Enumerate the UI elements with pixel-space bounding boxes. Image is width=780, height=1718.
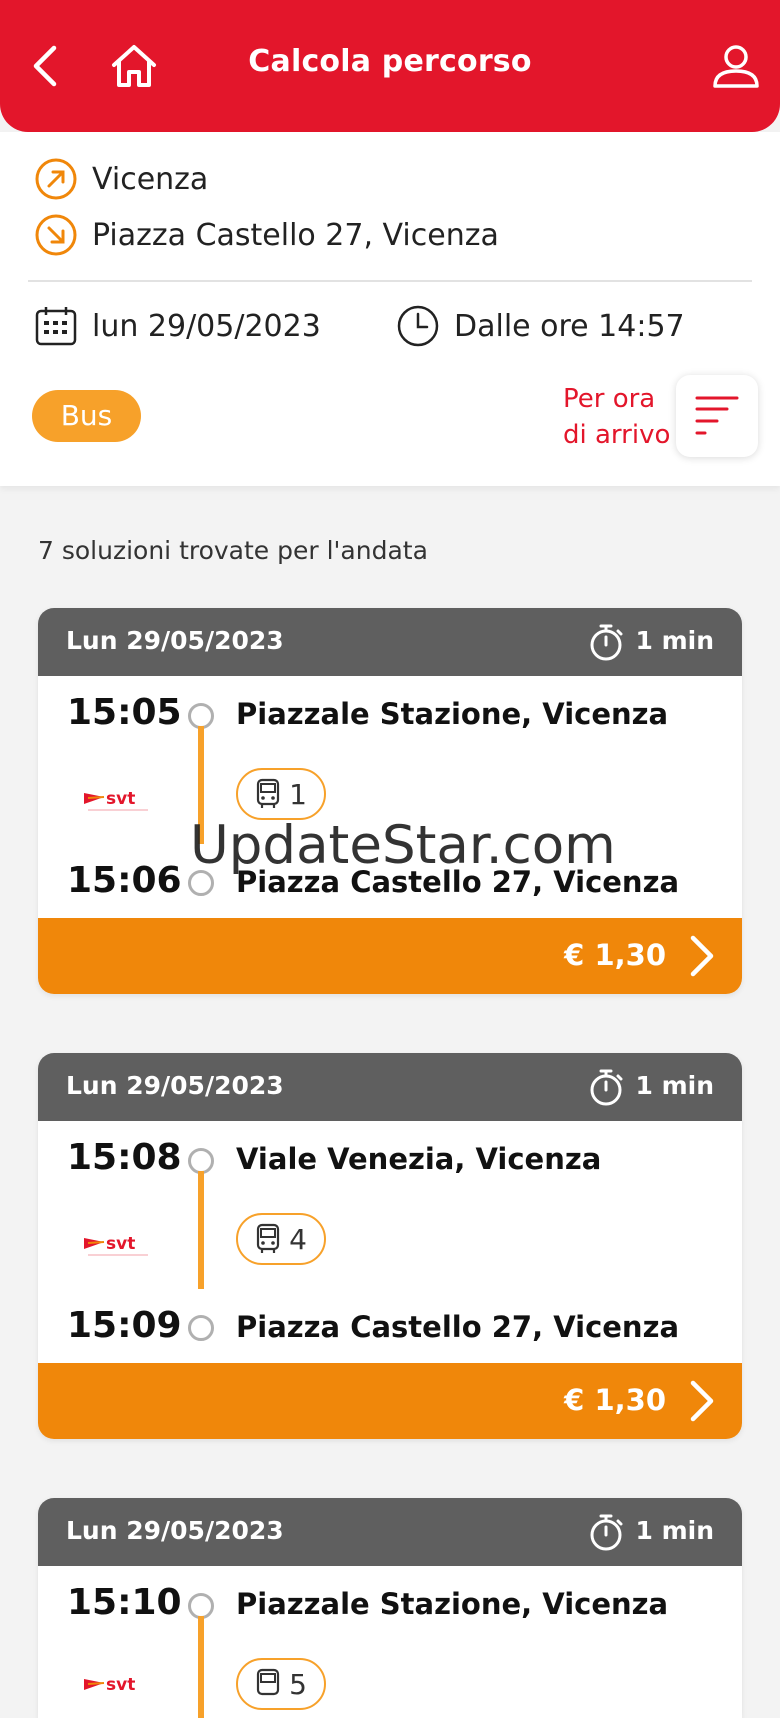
- card-header: Lun 29/05/2023 1 min: [38, 1053, 742, 1121]
- svt-operator-logo: svt: [84, 789, 148, 811]
- route-line: [198, 726, 204, 844]
- sort-label[interactable]: Per ora di arrivo: [563, 381, 670, 453]
- date-text: lun 29/05/2023: [92, 308, 321, 344]
- stopwatch-icon: [590, 1069, 623, 1106]
- time-selector[interactable]: Dalle ore 14:57: [396, 304, 685, 348]
- departure-time: 15:10: [67, 1582, 182, 1623]
- card-duration: 1 min: [635, 626, 714, 655]
- route-line: [198, 1616, 204, 1718]
- sort-label-line2: di arrivo: [563, 420, 671, 450]
- results-count: 7 soluzioni trovate per l'andata: [38, 536, 428, 565]
- destination-text: Piazza Castello 27, Vicenza: [92, 217, 499, 253]
- stopwatch-icon: [590, 624, 623, 661]
- card-footer[interactable]: € 1,30: [38, 918, 742, 994]
- user-profile-icon[interactable]: [710, 40, 762, 92]
- sort-label-line1: Per ora: [563, 384, 656, 414]
- solution-card[interactable]: Lun 29/05/2023 1 min 15:05 Piazzale Staz…: [38, 608, 742, 994]
- card-date: Lun 29/05/2023: [66, 1071, 284, 1100]
- bus-line-number: 5: [289, 1667, 307, 1701]
- bus-line-number: 1: [289, 777, 307, 811]
- sort-button[interactable]: [676, 375, 758, 457]
- sort-icon: [695, 396, 739, 435]
- arrival-stop: Piazza Castello 27, Vicenza: [236, 1310, 680, 1344]
- clock-icon: [397, 305, 439, 347]
- bus-icon: [256, 1668, 280, 1696]
- solution-card[interactable]: Lun 29/05/2023 1 min 15:10 Piazzale Staz…: [38, 1498, 742, 1718]
- svt-operator-logo: svt: [84, 1234, 148, 1256]
- bus-line-chip: 5: [236, 1658, 326, 1710]
- bus-line-number: 4: [289, 1222, 307, 1256]
- app-bar: Calcola percorso: [0, 0, 780, 132]
- destination-row[interactable]: Piazza Castello 27, Vicenza: [34, 213, 499, 257]
- departure-time: 15:08: [67, 1137, 182, 1178]
- departure-stop: Piazzale Stazione, Vicenza: [236, 697, 669, 731]
- svg-text:svt: svt: [106, 789, 135, 809]
- stopwatch-icon: [590, 1514, 623, 1551]
- calendar-icon: [35, 307, 77, 346]
- price: € 1,30: [564, 938, 666, 972]
- card-header: Lun 29/05/2023 1 min: [38, 608, 742, 676]
- search-summary-panel: Vicenza Piazza Castello 27, Vicenza lun …: [0, 132, 780, 486]
- bus-line-chip: 4: [236, 1213, 326, 1265]
- bus-filter-chip[interactable]: Bus: [32, 390, 141, 442]
- origin-text: Vicenza: [92, 161, 209, 197]
- route-line: [198, 1171, 204, 1289]
- card-date: Lun 29/05/2023: [66, 626, 284, 655]
- departure-stop: Viale Venezia, Vicenza: [236, 1142, 602, 1176]
- card-duration: 1 min: [635, 1071, 714, 1100]
- departure-stop: Piazzale Stazione, Vicenza: [236, 1587, 669, 1621]
- departure-time: 15:05: [67, 692, 182, 733]
- bus-line-chip: 1: [236, 768, 326, 820]
- bus-icon: [256, 778, 280, 808]
- arrival-icon: [35, 214, 77, 256]
- stop-dot: [188, 1315, 214, 1341]
- svg-text:svt: svt: [106, 1675, 135, 1695]
- page-title: Calcola percorso: [248, 44, 532, 79]
- card-duration: 1 min: [635, 1516, 714, 1545]
- svg-text:svt: svt: [106, 1234, 135, 1254]
- divider: [28, 280, 752, 282]
- arrival-stop: Piazza Castello 27, Vicenza: [236, 865, 680, 899]
- card-header: Lun 29/05/2023 1 min: [38, 1498, 742, 1566]
- bus-icon: [256, 1223, 280, 1253]
- solution-card[interactable]: Lun 29/05/2023 1 min 15:08 Viale Venezia…: [38, 1053, 742, 1439]
- arrival-time: 15:09: [67, 1305, 182, 1346]
- time-text: Dalle ore 14:57: [454, 308, 685, 344]
- stop-dot: [188, 870, 214, 896]
- chevron-right-icon[interactable]: [684, 1379, 718, 1423]
- card-footer[interactable]: € 1,30: [38, 1363, 742, 1439]
- chevron-right-icon[interactable]: [684, 934, 718, 978]
- svt-operator-logo: svt: [84, 1675, 135, 1695]
- card-date: Lun 29/05/2023: [66, 1516, 284, 1545]
- date-selector[interactable]: lun 29/05/2023: [34, 304, 321, 348]
- arrival-time: 15:06: [67, 860, 182, 901]
- origin-row[interactable]: Vicenza: [34, 157, 208, 201]
- price: € 1,30: [564, 1383, 666, 1417]
- departure-icon: [35, 158, 77, 200]
